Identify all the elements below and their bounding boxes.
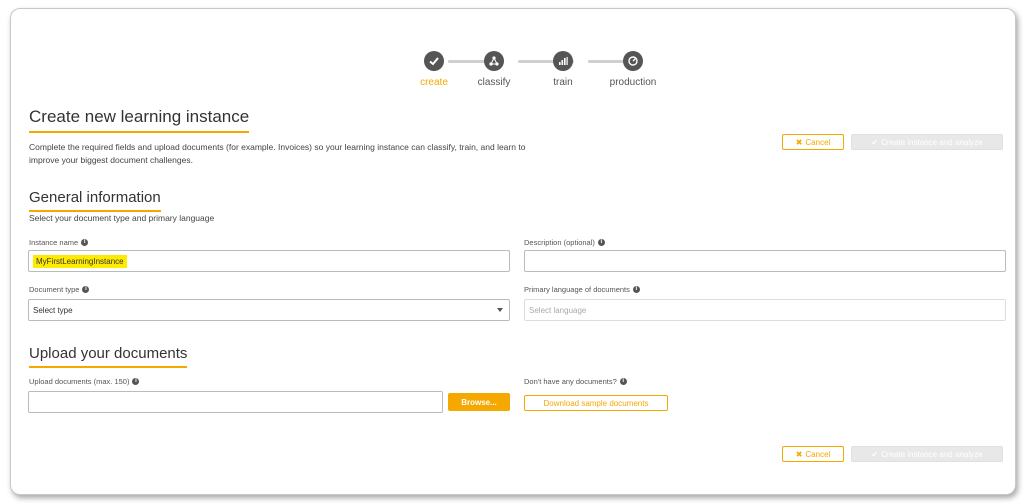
bars-icon xyxy=(553,51,573,71)
info-icon[interactable]: i xyxy=(597,239,605,246)
page-title: Create new learning instance xyxy=(29,107,250,133)
step-label: train xyxy=(553,77,573,88)
description-input[interactable] xyxy=(524,250,1006,272)
wizard-window: create classify train production Create … xyxy=(10,8,1016,495)
upload-label: Upload documents (max. 150) i xyxy=(29,377,140,386)
info-icon[interactable]: i xyxy=(132,378,140,385)
check-icon: ✔ xyxy=(871,137,879,147)
upload-title: Upload your documents xyxy=(29,345,188,368)
close-icon: ✖ xyxy=(795,449,803,459)
step-production[interactable]: production xyxy=(598,51,668,88)
instance-name-label: Instance name i xyxy=(29,238,89,247)
document-type-label: Document type i xyxy=(29,285,90,294)
info-icon[interactable]: i xyxy=(82,286,90,293)
check-icon: ✔ xyxy=(871,449,879,459)
info-icon[interactable]: i xyxy=(632,286,640,293)
language-select[interactable]: Select language xyxy=(524,299,1006,321)
check-icon xyxy=(424,51,444,71)
upload-input[interactable] xyxy=(28,391,443,413)
step-label: classify xyxy=(477,77,511,88)
create-instance-button[interactable]: ✔ Create instance and analyze xyxy=(851,134,1003,150)
no-documents-label: Don't have any documents? i xyxy=(524,377,627,386)
download-sample-button[interactable]: Download sample documents xyxy=(524,395,668,411)
description-label: Description (optional) i xyxy=(524,238,605,247)
general-info-subtitle: Select your document type and primary la… xyxy=(29,213,215,223)
cancel-button-bottom[interactable]: ✖ Cancel xyxy=(782,446,844,462)
gauge-icon xyxy=(623,51,643,71)
step-train[interactable]: train xyxy=(528,51,598,88)
page-description: Complete the required fields and upload … xyxy=(29,142,526,165)
info-icon[interactable]: i xyxy=(619,378,627,385)
step-classify[interactable]: classify xyxy=(459,51,529,88)
close-icon: ✖ xyxy=(795,137,803,147)
chevron-down-icon xyxy=(497,308,503,312)
progress-stepper: create classify train production xyxy=(404,51,664,101)
step-label: production xyxy=(609,77,657,88)
language-label: Primary language of documents i xyxy=(524,285,640,294)
cancel-button[interactable]: ✖ Cancel xyxy=(782,134,844,150)
document-type-select[interactable]: Select type xyxy=(28,299,510,321)
instance-name-input[interactable]: MyFirstLearningInstance xyxy=(28,250,510,272)
network-icon xyxy=(484,51,504,71)
create-instance-button-bottom[interactable]: ✔ Create instance and analyze xyxy=(851,446,1003,462)
browse-button[interactable]: Browse... xyxy=(448,393,510,411)
info-icon[interactable]: i xyxy=(81,239,89,246)
general-info-title: General information xyxy=(29,189,161,212)
